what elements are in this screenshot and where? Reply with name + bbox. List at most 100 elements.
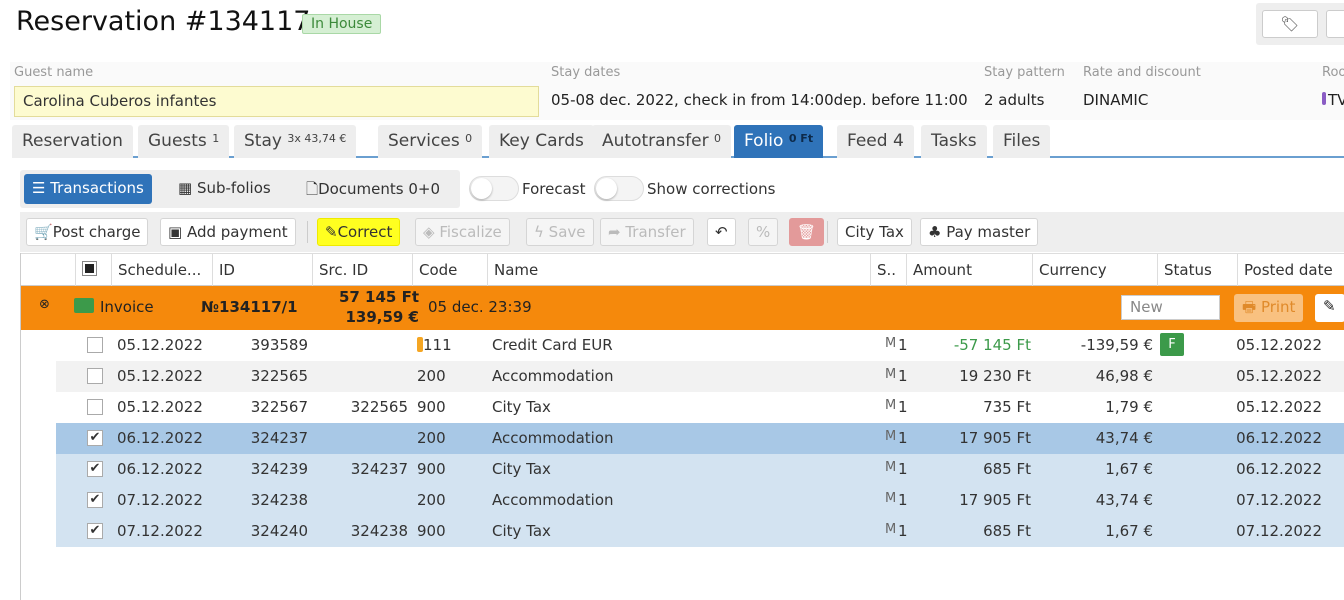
invoice-status-input[interactable]: New: [1121, 295, 1220, 320]
schedule-date: 07.12.2022: [117, 491, 203, 509]
rate-label: Rate and discount: [1083, 65, 1201, 80]
posted-date: 07.12.2022: [1236, 522, 1322, 540]
top-actions: 🏷: [1256, 3, 1344, 45]
guest-label: Guest name: [14, 65, 94, 80]
invoice-row[interactable]: ⊗ Invoice №134117/1 57 145 Ft 139,59 € 0…: [21, 286, 1344, 330]
transaction-id: 322567: [250, 398, 308, 416]
code: 900: [417, 460, 446, 478]
invoice-amount-eur: 139,59 €: [345, 308, 419, 326]
tag-icon[interactable]: 🏷: [1262, 10, 1318, 38]
table-row[interactable]: ✔ 07.12.2022 324240 324238 900 City Tax …: [56, 516, 1344, 547]
percent-button[interactable]: %: [748, 218, 779, 246]
city-tax-button[interactable]: City Tax: [837, 218, 912, 246]
edit-icon[interactable]: ✎: [1315, 294, 1344, 322]
currency-amount: 1,67 €: [1105, 460, 1153, 478]
column-header[interactable]: Posted date: [1237, 254, 1337, 286]
forecast-label: Forecast: [522, 180, 586, 198]
collapse-icon[interactable]: ⊗: [39, 297, 50, 312]
guest-name-field[interactable]: Carolina Cuberos infantes: [14, 86, 539, 117]
save-button[interactable]: ϟ Save: [526, 218, 594, 246]
select-all-checkbox[interactable]: [75, 254, 111, 286]
tab-guests[interactable]: Guests 1: [138, 125, 230, 158]
column-header[interactable]: Schedule...: [111, 254, 213, 286]
grid-icon: ▦: [178, 179, 197, 197]
table-row[interactable]: 05.12.2022 322567 322565 900 City Tax M …: [56, 392, 1344, 423]
user-icon: M: [885, 522, 897, 537]
tab-files[interactable]: Files: [993, 125, 1051, 158]
tab-stay[interactable]: Stay 3x 43,74 €: [234, 125, 357, 158]
table-row[interactable]: 05.12.2022 393589 111 Credit Card EUR M …: [56, 330, 1344, 361]
tab-badge: 3x 43,74 €: [287, 132, 347, 145]
invoice-label: Invoice: [100, 298, 154, 316]
print-button[interactable]: 🖶 Print: [1234, 294, 1304, 322]
tab-badge: 0: [465, 132, 473, 145]
subfolios-tab[interactable]: ▦ Sub-folios: [170, 174, 279, 204]
tab-folio[interactable]: Folio 0 Ft: [734, 125, 824, 158]
transaction-id: 322565: [250, 367, 308, 385]
invoice-icon: [74, 298, 94, 313]
tab-key-cards[interactable]: Key Cards: [489, 125, 594, 158]
posted-date: 07.12.2022: [1236, 491, 1322, 509]
transactions-grid: Schedule... ID Src. ID Code Name S.. Amount Cur…: [20, 253, 1344, 600]
list-icon: ☰: [32, 179, 51, 197]
undo-icon[interactable]: ↶: [707, 218, 736, 246]
row-checkbox[interactable]: [87, 368, 103, 384]
schedule-date: 06.12.2022: [117, 429, 203, 447]
cart-icon: 🛒: [34, 223, 53, 241]
pay-master-button[interactable]: ♣ Pay master: [920, 218, 1039, 246]
row-checkbox[interactable]: [87, 337, 103, 353]
table-row[interactable]: ✔ 07.12.2022 324238 200 Accommodation M …: [56, 485, 1344, 516]
column-header[interactable]: Status: [1157, 254, 1237, 286]
row-checkbox[interactable]: ✔: [87, 523, 103, 539]
fiscalize-button[interactable]: ◈ Fiscalize: [415, 218, 510, 246]
transfer-button[interactable]: ➦ Transfer: [600, 218, 694, 246]
tab-label: Feed 4: [847, 131, 904, 151]
transaction-id: 324239: [250, 460, 308, 478]
transactions-tab[interactable]: ☰ Transactions: [24, 174, 152, 204]
row-checkbox[interactable]: [87, 399, 103, 415]
table-row[interactable]: 05.12.2022 322565 200 Accommodation M 1 …: [56, 361, 1344, 392]
forecast-toggle[interactable]: [469, 176, 519, 201]
column-header[interactable]: ID: [212, 254, 312, 286]
more-button[interactable]: [1326, 10, 1344, 38]
tab-feed-4[interactable]: Feed 4: [837, 125, 914, 158]
correct-button[interactable]: ✎Correct: [317, 218, 401, 246]
column-header[interactable]: Code: [412, 254, 487, 286]
table-row[interactable]: ✔ 06.12.2022 324239 324237 900 City Tax …: [56, 454, 1344, 485]
page-title: Reservation #134117: [16, 6, 311, 37]
post-charge-button[interactable]: 🛒Post charge: [26, 218, 149, 246]
tab-tasks[interactable]: Tasks: [921, 125, 987, 158]
currency-amount: 43,74 €: [1095, 429, 1153, 447]
column-header[interactable]: Amount: [906, 254, 1032, 286]
corrections-toggle[interactable]: [594, 176, 644, 201]
tab-label: Stay: [244, 131, 282, 151]
stay-label: Stay dates: [551, 65, 621, 80]
row-checkbox[interactable]: ✔: [87, 461, 103, 477]
tab-label: Key Cards: [499, 131, 584, 151]
amount: 17 905 Ft: [959, 491, 1031, 509]
transaction-name: Accommodation: [492, 491, 614, 509]
money-icon: ▣: [168, 223, 187, 241]
row-checkbox[interactable]: ✔: [87, 430, 103, 446]
column-header[interactable]: Src. ID: [312, 254, 412, 286]
code: 900: [417, 398, 446, 416]
column-header[interactable]: Currency: [1032, 254, 1157, 286]
stay-value: 05-08 dec. 2022, check in from 14:00dep.…: [551, 91, 968, 109]
add-payment-button[interactable]: ▣ Add payment: [160, 218, 296, 246]
posted-date: 06.12.2022: [1236, 460, 1322, 478]
table-row[interactable]: ✔ 06.12.2022 324237 200 Accommodation M …: [56, 423, 1344, 454]
column-header[interactable]: Name: [487, 254, 870, 286]
documents-tab[interactable]: 🗋Documents 0+0: [298, 174, 448, 204]
room-value: TV: [1322, 91, 1344, 109]
status-badge: In House: [302, 14, 382, 34]
row-checkbox[interactable]: ✔: [87, 492, 103, 508]
tab-autotransfer[interactable]: Autotransfer 0: [592, 125, 732, 158]
trash-icon[interactable]: 🗑: [789, 218, 825, 246]
tab-services[interactable]: Services 0: [378, 125, 483, 158]
tab-reservation[interactable]: Reservation: [12, 125, 133, 158]
currency-amount: 1,79 €: [1105, 398, 1153, 416]
column-header[interactable]: S..: [870, 254, 898, 286]
transaction-name: City Tax: [492, 398, 551, 416]
user-icon: M: [885, 367, 897, 382]
share-icon: ➦: [608, 223, 626, 241]
